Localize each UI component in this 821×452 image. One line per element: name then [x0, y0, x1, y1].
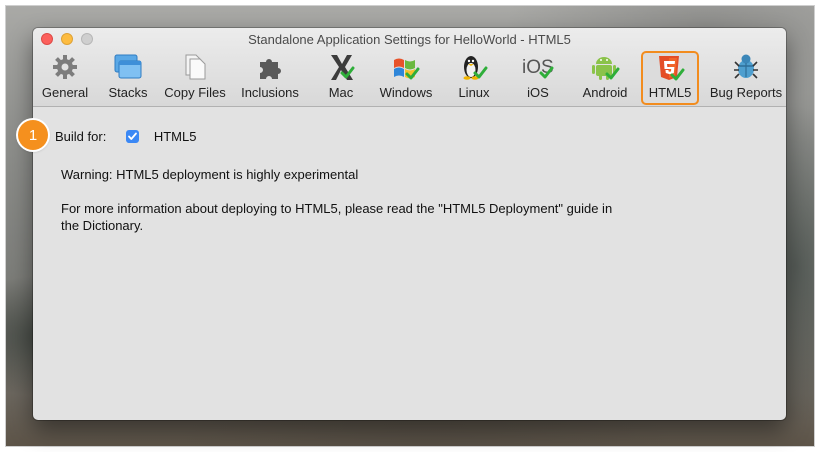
html5-build-checkbox[interactable] — [125, 130, 139, 143]
tab-mac-label: Mac — [328, 85, 354, 100]
tab-linux[interactable]: Linux — [451, 51, 497, 103]
info-text-line1: For more information about deploying to … — [61, 201, 613, 216]
tab-general[interactable]: General — [37, 51, 93, 103]
info-text-line2: the Dictionary. — [61, 218, 144, 233]
build-for-row: Build for: HTML5 — [55, 129, 196, 144]
tab-html5[interactable]: HTML5 — [641, 51, 699, 105]
tab-bug-reports[interactable]: Bug Reports — [706, 51, 786, 103]
tab-ios[interactable]: iOS iOS — [517, 51, 559, 103]
tab-stacks-label: Stacks — [108, 85, 148, 100]
tab-bug-reports-label: Bug Reports — [709, 85, 783, 100]
stacks-icon — [114, 54, 142, 79]
warning-text: Warning: HTML5 deployment is highly expe… — [61, 167, 359, 182]
tab-android[interactable]: Android — [577, 51, 633, 103]
bug-icon — [734, 54, 758, 79]
tab-copy-files[interactable]: Copy Files — [160, 51, 230, 103]
android-check-icon — [592, 57, 620, 80]
window-title: Standalone Application Settings for Hell… — [248, 32, 571, 47]
puzzle-icon — [260, 59, 281, 79]
tab-mac[interactable]: Mac — [319, 51, 363, 103]
settings-toolbar: General Stacks Copy Files Inclusions Mac… — [33, 51, 786, 105]
ios-check-icon: iOS — [522, 57, 554, 79]
tab-android-label: Android — [582, 85, 628, 100]
svg-text:iOS: iOS — [522, 57, 554, 78]
html5-checkbox-label: HTML5 — [153, 129, 197, 144]
step-number-badge: 1 — [18, 120, 48, 150]
windows-logo-check-icon — [394, 58, 420, 80]
build-for-label: Build for: — [55, 129, 107, 144]
linux-penguin-check-icon — [463, 56, 488, 80]
tab-windows[interactable]: Windows — [375, 51, 437, 103]
tab-linux-label: Linux — [458, 85, 490, 100]
tab-copy-files-label: Copy Files — [164, 85, 226, 100]
tab-inclusions[interactable]: Inclusions — [237, 51, 303, 103]
mac-x-check-icon — [331, 55, 355, 80]
checkmark-icon — [127, 132, 137, 140]
tab-html5-label: HTML5 — [648, 85, 692, 100]
tab-stacks[interactable]: Stacks — [103, 51, 153, 103]
title-bar: Standalone Application Settings for Hell… — [33, 28, 786, 107]
html5-check-icon — [659, 56, 685, 81]
gear-icon — [53, 55, 77, 79]
tab-windows-label: Windows — [379, 85, 433, 100]
tab-general-label: General — [41, 85, 89, 100]
settings-window: Standalone Application Settings for Hell… — [33, 28, 786, 420]
tab-inclusions-label: Inclusions — [241, 85, 299, 100]
tab-ios-label: iOS — [527, 85, 549, 100]
copy-files-icon — [185, 54, 206, 80]
